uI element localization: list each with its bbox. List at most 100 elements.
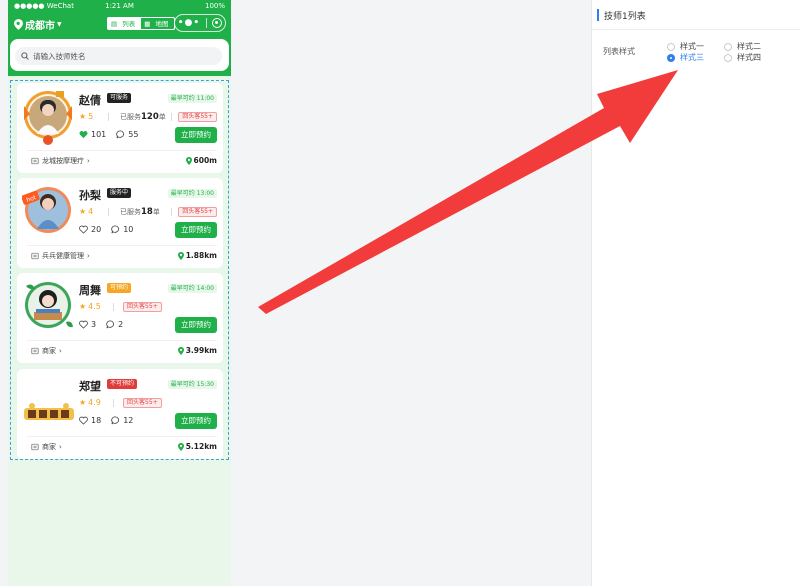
shop-name: 商家: [42, 347, 56, 355]
card-divider: [27, 436, 217, 437]
phone-preview: ●●●●● WeChat 1:21 AM 100% 成都市 ▼ ▤ 列表 ▦ 地…: [8, 0, 231, 586]
chevron-right-icon: ›: [87, 252, 90, 260]
earliest-time-tag: 最早可约 13:00: [167, 189, 217, 198]
distance: 1.88km: [177, 251, 217, 260]
engagement-stats: 101 55: [79, 130, 138, 139]
served-count: 已服务120单: [120, 112, 166, 122]
rating-value: 4.5: [88, 302, 101, 311]
engagement-stats: 18 12: [79, 416, 133, 425]
comment-icon[interactable]: [111, 416, 120, 425]
distance: 3.99km: [177, 346, 217, 355]
panel-title: 技师1列表: [604, 12, 646, 22]
technician-card[interactable]: hot 孙梨 服务中 最早可约 13:00 ★ 4 已服务18单 回头客55+ 2…: [17, 178, 223, 268]
technician-card[interactable]: 赵倩 可服务 最早可约 11:00 ★ 5 已服务120单 回头客55+ 101 …: [17, 83, 223, 173]
store-icon: [31, 157, 39, 165]
heart-icon[interactable]: [79, 416, 88, 425]
comments-count: 2: [118, 320, 124, 329]
distance-value: 3.99km: [185, 346, 217, 355]
leaf-frame-avatar-icon: [25, 282, 73, 328]
gold-frame-avatar-icon: [24, 91, 72, 145]
book-now-button[interactable]: 立即预约: [175, 222, 217, 238]
earliest-time-tag: 最早可约 15:30: [167, 380, 217, 389]
view-toggle: ▤ 列表 ▦ 地图: [107, 17, 176, 30]
technician-card[interactable]: 周舞 可预约 最早可约 14:00 ★ 4.5 回头客55+ 3 2 立即预约 商…: [17, 273, 223, 363]
radio-style-4[interactable]: 样式四: [724, 52, 761, 63]
store-icon: [31, 443, 39, 451]
shop-name: 龙城按摩理疗: [42, 157, 84, 165]
shop-link[interactable]: 龙城按摩理疗 ›: [31, 156, 90, 166]
rating: ★ 4.5: [79, 302, 101, 311]
heart-icon[interactable]: [79, 320, 88, 329]
search-input[interactable]: 请输入技师姓名: [15, 47, 222, 65]
search-icon: [21, 52, 29, 60]
shop-link[interactable]: 兵兵健康管理 ›: [31, 251, 90, 261]
sticker-avatar-icon: [24, 403, 74, 420]
technician-card[interactable]: 郑望 不可预约 最早可约 15:30 ★ 4.9 回头客55+ 18 12 立即预…: [17, 369, 223, 459]
technician-name: 孙梨: [79, 189, 101, 202]
title-accent-bar: [597, 9, 599, 21]
card-divider: [27, 245, 217, 246]
more-icon[interactable]: •●•: [178, 18, 200, 28]
location-pin-icon: [14, 19, 23, 30]
heart-filled-icon[interactable]: [79, 130, 88, 139]
hot-frame-avatar-icon: hot: [21, 187, 71, 233]
heart-icon[interactable]: [79, 225, 88, 234]
panel-header: 技师1列表: [592, 0, 800, 30]
chevron-right-icon: ›: [87, 157, 90, 165]
close-miniprogram-icon[interactable]: [212, 18, 223, 28]
technician-name: 赵倩: [79, 94, 101, 107]
tab-map[interactable]: ▦ 地图: [141, 18, 174, 29]
shop-link[interactable]: 商家 ›: [31, 442, 62, 452]
served-count: 已服务18单: [120, 207, 160, 217]
divider: [171, 113, 172, 121]
avatar: hot: [21, 185, 76, 241]
engagement-stats: 20 10: [79, 225, 133, 234]
store-icon: [31, 252, 39, 260]
comments-count: 55: [128, 130, 139, 139]
radio-circle: [724, 42, 732, 51]
tab-list[interactable]: ▤ 列表: [108, 18, 142, 29]
list-style-label: 列表样式: [603, 47, 635, 56]
rating-value: 4: [88, 207, 94, 216]
technician-list: 赵倩 可服务 最早可约 11:00 ★ 5 已服务120单 回头客55+ 101 …: [10, 80, 229, 460]
repeat-customer-tag: 回头客55+: [178, 207, 217, 217]
comment-icon[interactable]: [116, 130, 125, 139]
radio-style-2[interactable]: 样式二: [724, 41, 761, 52]
shop-name: 商家: [42, 443, 56, 451]
divider: [113, 399, 114, 407]
city-selector[interactable]: 成都市 ▼: [14, 17, 62, 32]
radio-label: 样式一: [680, 42, 704, 51]
book-now-button[interactable]: 立即预约: [175, 413, 217, 429]
location-pin-icon: [177, 251, 184, 260]
rating-value: 5: [88, 112, 94, 121]
avatar: [22, 376, 76, 432]
comment-icon[interactable]: [106, 320, 115, 329]
miniprogram-capsule: •●•: [174, 14, 226, 32]
search-container: 请输入技师姓名: [10, 39, 229, 71]
distance-value: 1.88km: [185, 251, 217, 260]
book-now-button[interactable]: 立即预约: [175, 127, 217, 143]
capsule-divider: [205, 18, 207, 28]
distance-value: 600m: [193, 156, 217, 165]
star-icon: ★: [79, 207, 87, 216]
radio-label: 样式三: [680, 53, 704, 62]
shop-link[interactable]: 商家 ›: [31, 346, 62, 356]
radio-style-3[interactable]: 样式三: [667, 52, 704, 63]
book-now-button[interactable]: 立即预约: [175, 317, 217, 333]
star-icon: ★: [79, 112, 87, 121]
repeat-customer-tag: 回头客55+: [178, 112, 217, 122]
divider: [113, 303, 114, 311]
radio-circle: [724, 53, 732, 62]
chevron-right-icon: ›: [59, 443, 62, 451]
settings-panel: 技师1列表 列表样式 样式一 样式二 样式三 样式四: [591, 0, 800, 586]
clock: 1:21 AM: [105, 2, 134, 10]
distance-value: 5.12km: [185, 442, 217, 451]
comment-icon[interactable]: [111, 225, 120, 234]
radio-circle: [667, 53, 675, 62]
shop-name: 兵兵健康管理: [42, 252, 84, 260]
distance: 600m: [185, 156, 217, 165]
likes-count: 3: [91, 320, 97, 329]
star-icon: ★: [79, 398, 87, 407]
repeat-customer-tag: 回头客55+: [123, 398, 162, 408]
radio-style-1[interactable]: 样式一: [667, 41, 704, 52]
